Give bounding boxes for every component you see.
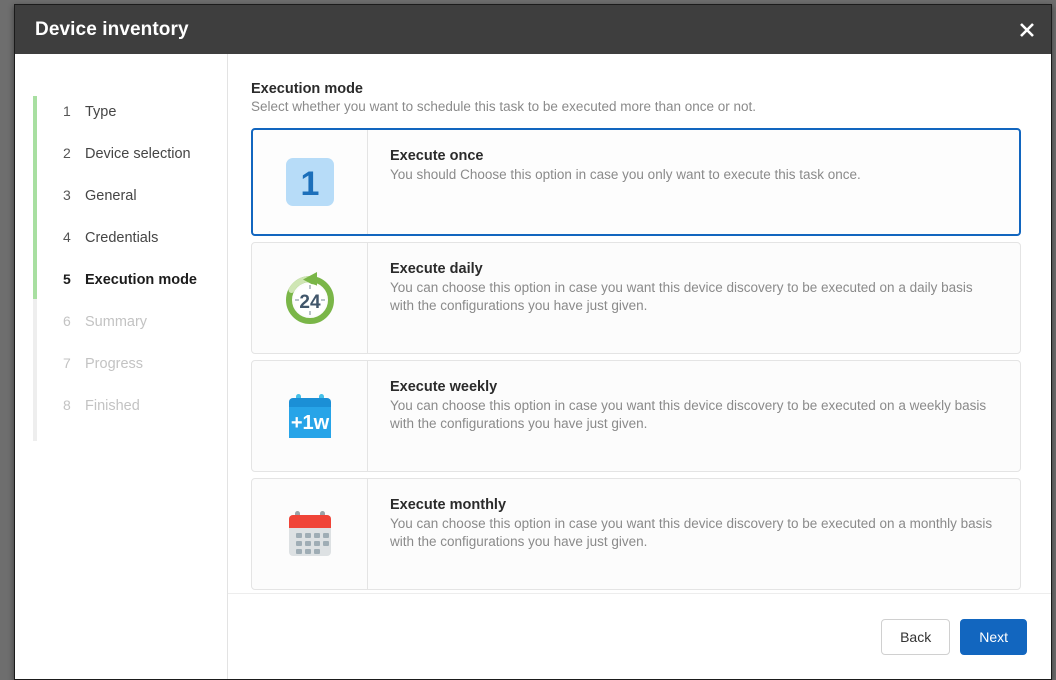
option-icon-cell: 24 bbox=[252, 243, 368, 353]
step-number: 1 bbox=[63, 103, 85, 119]
step-number: 4 bbox=[63, 229, 85, 245]
calendar-month-icon bbox=[278, 502, 342, 566]
option-title: Execute daily bbox=[390, 261, 998, 277]
back-button[interactable]: Back bbox=[881, 619, 950, 655]
sidebar-step-device-selection[interactable]: 2 Device selection bbox=[15, 145, 227, 187]
option-title: Execute monthly bbox=[390, 497, 998, 513]
option-execute-daily[interactable]: 24 Execute daily You can choose this opt… bbox=[251, 242, 1021, 354]
option-icon-cell bbox=[252, 479, 368, 589]
option-text-cell: Execute daily You can choose this option… bbox=[368, 243, 1020, 353]
step-label: Execution mode bbox=[85, 272, 197, 288]
step-number: 2 bbox=[63, 145, 85, 161]
page-subtitle: Select whether you want to schedule this… bbox=[251, 99, 1021, 114]
option-execute-monthly[interactable]: Execute monthly You can choose this opti… bbox=[251, 478, 1021, 590]
svg-text:24: 24 bbox=[299, 292, 321, 313]
step-label: Credentials bbox=[85, 230, 158, 246]
dialog-body: 1 Type 2 Device selection 3 General 4 Cr… bbox=[15, 54, 1051, 679]
dialog-footer: Back Next bbox=[228, 593, 1051, 679]
svg-text:1: 1 bbox=[301, 165, 320, 203]
step-number: 8 bbox=[63, 397, 85, 413]
number-one-badge-icon: 1 bbox=[278, 150, 342, 214]
sidebar-step-execution-mode[interactable]: 5 Execution mode bbox=[15, 271, 227, 313]
sidebar-step-general[interactable]: 3 General bbox=[15, 187, 227, 229]
option-description: You should Choose this option in case yo… bbox=[390, 166, 997, 184]
step-label: General bbox=[85, 188, 137, 204]
option-title: Execute weekly bbox=[390, 379, 998, 395]
sidebar-step-type[interactable]: 1 Type bbox=[15, 103, 227, 145]
option-icon-cell: +1w bbox=[252, 361, 368, 471]
option-icon-cell: 1 bbox=[253, 130, 368, 234]
dialog-title: Device inventory bbox=[35, 19, 189, 41]
page-title: Execution mode bbox=[251, 81, 1021, 97]
option-execute-weekly[interactable]: +1w Execute weekly You can choose this o… bbox=[251, 360, 1021, 472]
close-icon[interactable] bbox=[1003, 5, 1051, 54]
sidebar-step-summary: 6 Summary bbox=[15, 313, 227, 355]
clock-24-hours-refresh-icon: 24 bbox=[278, 266, 342, 330]
svg-text:+1w: +1w bbox=[290, 412, 329, 434]
step-label: Type bbox=[85, 104, 116, 120]
next-button[interactable]: Next bbox=[960, 619, 1027, 655]
wizard-steps-sidebar: 1 Type 2 Device selection 3 General 4 Cr… bbox=[15, 54, 228, 679]
option-text-cell: Execute once You should Choose this opti… bbox=[368, 130, 1019, 234]
step-number: 3 bbox=[63, 187, 85, 203]
sidebar-step-progress: 7 Progress bbox=[15, 355, 227, 397]
sidebar-step-credentials[interactable]: 4 Credentials bbox=[15, 229, 227, 271]
execution-mode-section: Execution mode Select whether you want t… bbox=[228, 54, 1051, 593]
step-label: Device selection bbox=[85, 146, 191, 162]
sidebar-step-finished: 8 Finished bbox=[15, 397, 227, 439]
option-execute-once[interactable]: 1 Execute once You should Choose this op… bbox=[251, 128, 1021, 236]
steps-progress-rail bbox=[33, 96, 37, 441]
option-text-cell: Execute weekly You can choose this optio… bbox=[368, 361, 1020, 471]
option-title: Execute once bbox=[390, 148, 997, 164]
calendar-plus-one-week-icon: +1w bbox=[278, 384, 342, 448]
option-description: You can choose this option in case you w… bbox=[390, 515, 998, 551]
step-number: 6 bbox=[63, 313, 85, 329]
dialog-titlebar: Device inventory bbox=[15, 5, 1051, 54]
option-description: You can choose this option in case you w… bbox=[390, 397, 998, 433]
option-text-cell: Execute monthly You can choose this opti… bbox=[368, 479, 1020, 589]
steps-progress-fill bbox=[33, 96, 37, 299]
step-number: 5 bbox=[63, 271, 85, 287]
step-label: Summary bbox=[85, 314, 147, 330]
step-label: Finished bbox=[85, 398, 140, 414]
step-label: Progress bbox=[85, 356, 143, 372]
step-number: 7 bbox=[63, 355, 85, 371]
device-inventory-dialog: Device inventory 1 Type 2 Device selecti… bbox=[14, 4, 1052, 680]
wizard-main-pane: Execution mode Select whether you want t… bbox=[228, 54, 1051, 679]
option-description: You can choose this option in case you w… bbox=[390, 279, 998, 315]
